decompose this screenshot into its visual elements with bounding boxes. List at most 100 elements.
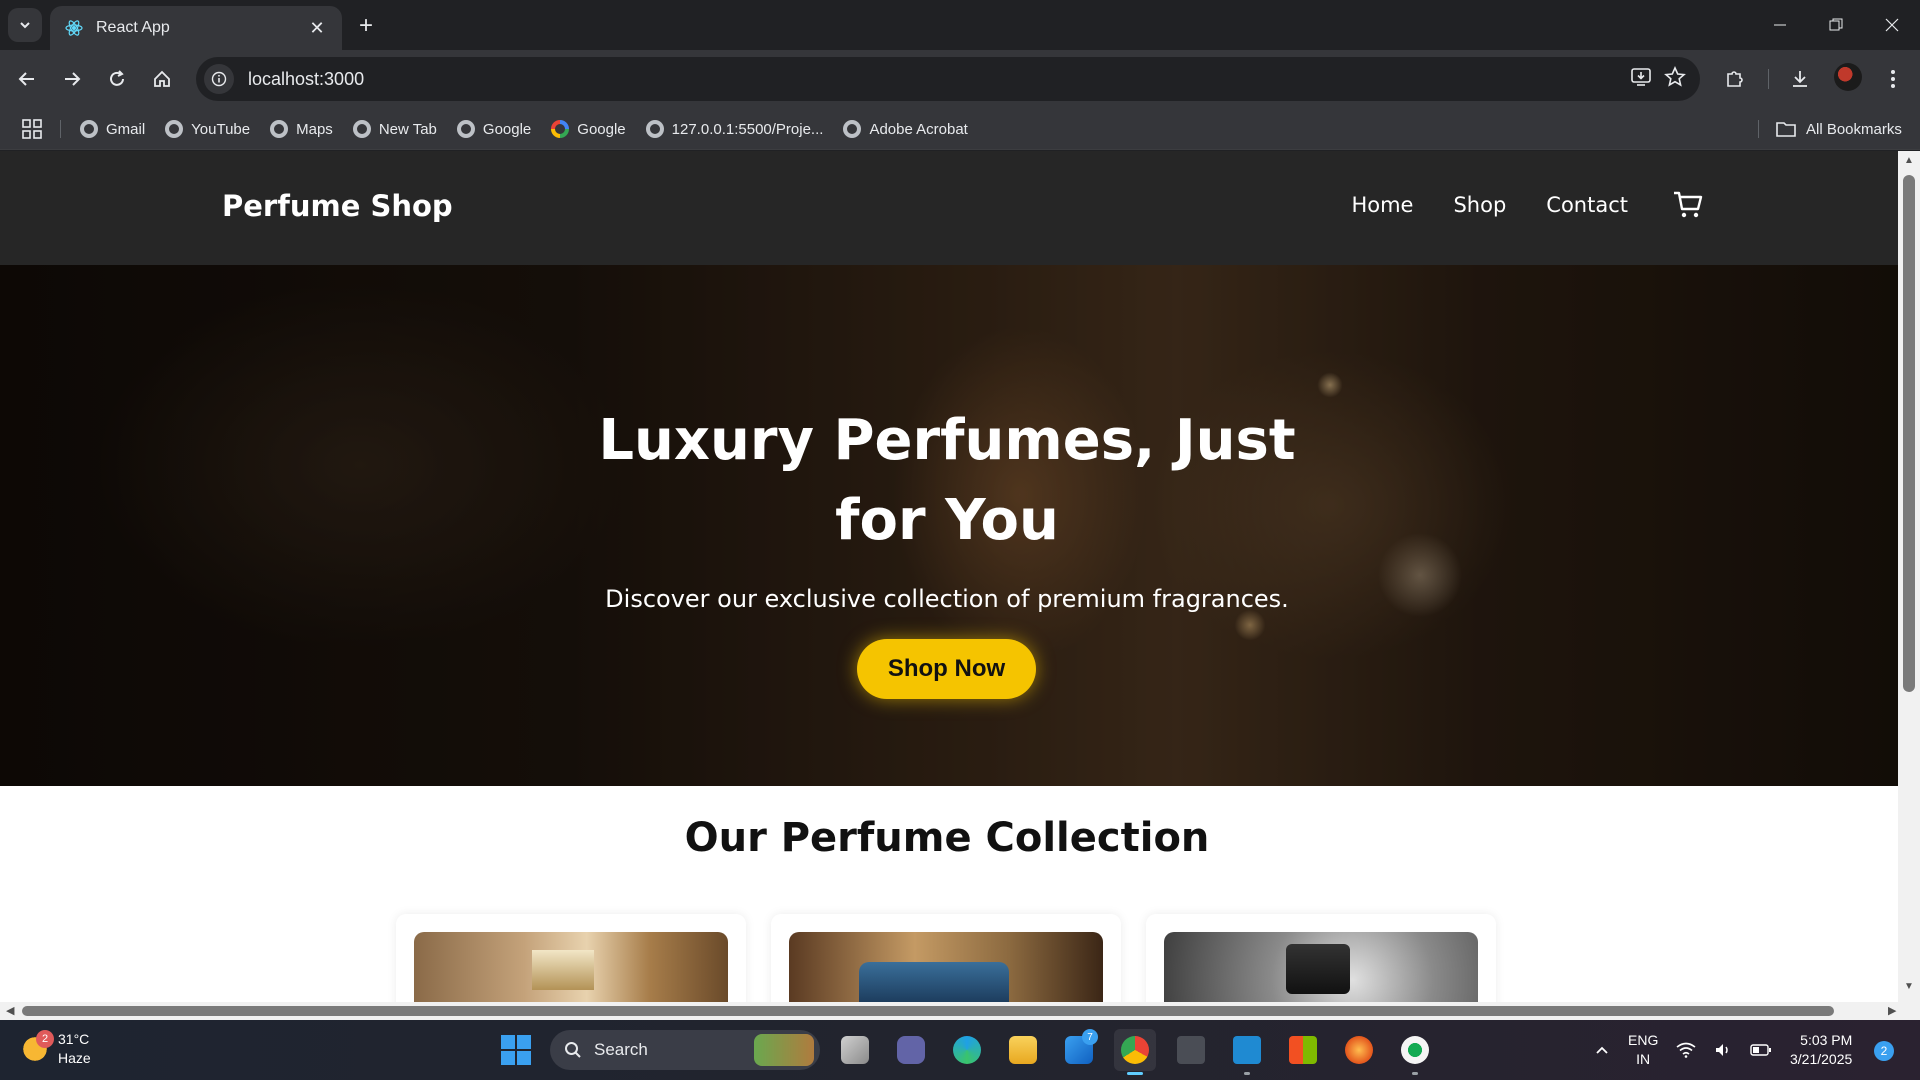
firefox-icon[interactable]: [1338, 1029, 1380, 1071]
product-card[interactable]: [396, 914, 746, 1004]
chrome-icon[interactable]: [1114, 1029, 1156, 1075]
url-text: localhost:3000: [248, 68, 365, 89]
globe-icon: [270, 120, 289, 138]
chevron-up-icon[interactable]: [1594, 1042, 1610, 1058]
bookmark-item[interactable]: Maps: [270, 120, 333, 138]
task-view-icon[interactable]: [834, 1029, 876, 1071]
site-logo[interactable]: Perfume Shop: [222, 189, 453, 223]
nav-link-contact[interactable]: Contact: [1546, 193, 1628, 217]
globe-icon: [80, 120, 98, 138]
close-window-button[interactable]: [1864, 0, 1920, 50]
site-header: Perfume Shop Home Shop Contact: [0, 151, 1898, 265]
product-image: [1164, 932, 1478, 1004]
unity-icon[interactable]: [1170, 1029, 1212, 1071]
install-app-icon[interactable]: [1630, 66, 1652, 93]
weather-badge: 2: [36, 1030, 54, 1048]
horizontal-scroll-thumb[interactable]: [22, 1006, 1834, 1016]
scroll-right-icon[interactable]: ▶: [1888, 1004, 1896, 1017]
language-indicator[interactable]: ENG IN: [1628, 1031, 1658, 1069]
bookmark-item[interactable]: Adobe Acrobat: [843, 120, 968, 138]
scroll-left-icon[interactable]: ◀: [6, 1004, 14, 1017]
mail-icon[interactable]: 7: [1058, 1029, 1100, 1071]
bookmark-star-icon[interactable]: [1664, 65, 1686, 93]
bookmark-item[interactable]: YouTube: [165, 120, 250, 138]
close-icon: [1885, 18, 1899, 32]
browser-toolbar: localhost:3000: [0, 50, 1920, 108]
address-bar[interactable]: localhost:3000: [196, 57, 1700, 101]
hero-subtitle: Discover our exclusive collection of pre…: [605, 585, 1289, 613]
menu-button[interactable]: [1876, 62, 1910, 96]
wifi-icon[interactable]: [1676, 1042, 1696, 1058]
search-icon: [565, 1042, 581, 1058]
scroll-down-icon[interactable]: ▼: [1904, 981, 1914, 992]
bookmark-item[interactable]: Google: [551, 120, 626, 138]
weather-widget[interactable]: 2 31°C Haze: [20, 1030, 91, 1068]
reload-button[interactable]: [100, 62, 134, 96]
product-image: [414, 932, 728, 1004]
site-info-icon[interactable]: [204, 64, 234, 94]
bookmark-item[interactable]: Google: [456, 120, 531, 138]
product-image: [789, 932, 1103, 1004]
product-grid: [396, 914, 1496, 1004]
clock-time: 5:03 PM: [1800, 1032, 1853, 1048]
bookmark-label: New Tab: [378, 120, 437, 138]
bookmark-label: YouTube: [191, 120, 251, 138]
react-icon: [64, 18, 84, 38]
downloads-button[interactable]: [1783, 62, 1817, 96]
windows-start-icon[interactable]: [496, 1030, 536, 1070]
weather-sun-icon: 2: [20, 1030, 54, 1064]
hero-title: Luxury Perfumes, Just for You: [598, 408, 1296, 553]
home-button[interactable]: [145, 62, 179, 96]
product-card[interactable]: [771, 914, 1121, 1004]
mongodb-compass-icon[interactable]: [1394, 1029, 1436, 1075]
vertical-scrollbar[interactable]: ▲ ▼: [1898, 151, 1920, 1004]
taskbar-search[interactable]: Search: [550, 1030, 820, 1070]
product-card[interactable]: [1146, 914, 1496, 1004]
apps-grid-icon[interactable]: [20, 117, 44, 141]
profile-avatar[interactable]: [1834, 63, 1862, 91]
globe-icon: [843, 120, 862, 138]
toolbar-divider: [1768, 69, 1769, 89]
all-bookmarks-button[interactable]: All Bookmarks: [1776, 108, 1902, 150]
system-tray: ENG IN: [1594, 1028, 1772, 1072]
mail-badge: 7: [1082, 1029, 1098, 1045]
reload-icon: [110, 70, 124, 86]
horizontal-scrollbar[interactable]: ◀ ▶: [0, 1002, 1920, 1020]
vertical-scroll-thumb[interactable]: [1903, 175, 1915, 692]
taskbar: 2 31°C Haze Search 7 ENG IN 5:03 PM 3/21…: [0, 1020, 1920, 1080]
battery-icon[interactable]: [1750, 1043, 1772, 1057]
vscode-icon[interactable]: [1226, 1029, 1268, 1075]
region-code: IN: [1636, 1051, 1651, 1067]
cart-icon[interactable]: [1672, 189, 1704, 221]
tab-react-app[interactable]: React App ✕: [50, 6, 342, 50]
collection-title: Our Perfume Collection: [684, 815, 1210, 861]
all-bookmarks-label: All Bookmarks: [1806, 120, 1902, 138]
bookmark-item[interactable]: Gmail: [80, 120, 145, 138]
forward-button[interactable]: [55, 62, 89, 96]
microsoft-store-icon[interactable]: [1282, 1029, 1324, 1071]
bookmark-item[interactable]: New Tab: [352, 120, 437, 138]
teams-icon[interactable]: [890, 1029, 932, 1071]
volume-icon[interactable]: [1714, 1042, 1732, 1058]
minimize-button[interactable]: [1752, 0, 1808, 50]
tab-search-button[interactable]: [8, 8, 42, 42]
new-tab-button[interactable]: +: [352, 12, 380, 40]
tab-close-icon[interactable]: ✕: [306, 17, 328, 39]
scroll-up-icon[interactable]: ▲: [1904, 155, 1914, 166]
bookmark-label: Maps: [296, 120, 333, 138]
folder-icon: [1776, 122, 1796, 137]
system-clock[interactable]: 5:03 PM 3/21/2025: [1790, 1031, 1852, 1069]
notification-badge[interactable]: 2: [1874, 1041, 1894, 1061]
nav-link-home[interactable]: Home: [1351, 193, 1413, 217]
extensions-button[interactable]: [1718, 62, 1752, 96]
bookmark-item[interactable]: 127.0.0.1:5500/Proje...: [645, 120, 823, 138]
restore-button[interactable]: [1808, 0, 1864, 50]
shop-now-button[interactable]: Shop Now: [857, 639, 1036, 699]
back-button[interactable]: [10, 62, 44, 96]
temperature: 31°C: [58, 1031, 90, 1047]
nav-link-shop[interactable]: Shop: [1453, 193, 1506, 217]
edge-icon[interactable]: [946, 1029, 988, 1071]
search-label: Search: [594, 1040, 648, 1059]
file-explorer-icon[interactable]: [1002, 1029, 1044, 1071]
page-viewport: Perfume Shop Home Shop Contact Luxury Pe…: [0, 151, 1920, 1004]
